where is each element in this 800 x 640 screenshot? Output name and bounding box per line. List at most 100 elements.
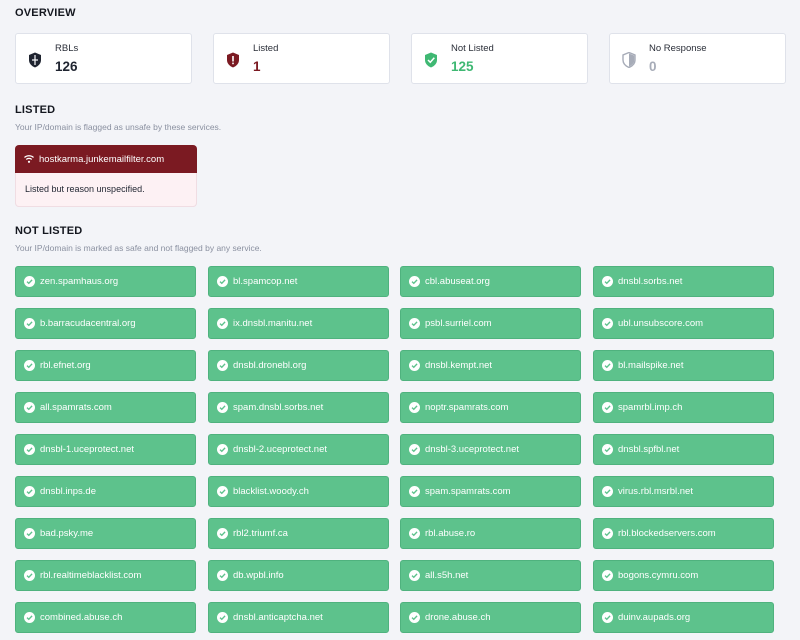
check-circle-icon [24, 276, 35, 287]
not-listed-item-label: spam.dnsbl.sorbs.net [233, 402, 324, 413]
check-circle-icon [409, 570, 420, 581]
check-circle-icon [24, 444, 35, 455]
not-listed-item[interactable]: db.wpbl.info [208, 560, 389, 591]
not-listed-item[interactable]: spam.dnsbl.sorbs.net [208, 392, 389, 423]
shield-dark-icon [29, 52, 41, 68]
not-listed-item[interactable]: rbl.blockedservers.com [593, 518, 774, 549]
not-listed-item[interactable]: blacklist.woody.ch [208, 476, 389, 507]
check-circle-icon [602, 402, 613, 413]
no-response-label: No Response [649, 43, 707, 54]
not-listed-item-label: bogons.cymru.com [618, 570, 699, 581]
not-listed-item[interactable]: bogons.cymru.com [593, 560, 774, 591]
not-listed-item-label: noptr.spamrats.com [425, 402, 509, 413]
not-listed-item-label: cbl.abuseat.org [425, 276, 490, 287]
check-circle-icon [217, 276, 228, 287]
not-listed-item[interactable]: virus.rbl.msrbl.net [593, 476, 774, 507]
not-listed-item-label: bl.mailspike.net [618, 360, 684, 371]
listed-title: LISTED [15, 104, 56, 116]
not-listed-item-label: duinv.aupads.org [618, 612, 691, 623]
not-listed-item[interactable]: dnsbl-1.uceprotect.net [15, 434, 196, 465]
check-circle-icon [24, 528, 35, 539]
not-listed-value: 125 [451, 59, 474, 74]
not-listed-item-label: all.spamrats.com [40, 402, 112, 413]
not-listed-item[interactable]: zen.spamhaus.org [15, 266, 196, 297]
not-listed-label: Not Listed [451, 43, 494, 54]
not-listed-item[interactable]: dnsbl.sorbs.net [593, 266, 774, 297]
listed-label: Listed [253, 43, 279, 54]
rbl-check-page: OVERVIEW RBLs 126 Listed 1 Not Listed 12… [0, 0, 800, 640]
not-listed-item-label: b.barracudacentral.org [40, 318, 136, 329]
not-listed-item[interactable]: rbl.efnet.org [15, 350, 196, 381]
not-listed-item[interactable]: dnsbl.inps.de [15, 476, 196, 507]
check-circle-icon [409, 528, 420, 539]
check-circle-icon [217, 360, 228, 371]
check-circle-icon [217, 528, 228, 539]
check-circle-icon [602, 360, 613, 371]
check-circle-icon [602, 318, 613, 329]
not-listed-item[interactable]: dnsbl-3.uceprotect.net [400, 434, 581, 465]
not-listed-card: Not Listed 125 [411, 33, 588, 84]
overview-cards: RBLs 126 Listed 1 Not Listed 125 No Resp… [15, 33, 786, 84]
check-circle-icon [217, 570, 228, 581]
not-listed-item[interactable]: rbl.realtimeblacklist.com [15, 560, 196, 591]
not-listed-item[interactable]: all.spamrats.com [15, 392, 196, 423]
not-listed-item-label: ubl.unsubscore.com [618, 318, 704, 329]
not-listed-item-label: spamrbl.imp.ch [618, 402, 683, 413]
not-listed-item-label: blacklist.woody.ch [233, 486, 309, 497]
not-listed-item[interactable]: dnsbl.anticaptcha.net [208, 602, 389, 633]
not-listed-item[interactable]: bl.spamcop.net [208, 266, 389, 297]
listed-item-reason: Listed but reason unspecified. [15, 173, 197, 207]
not-listed-item[interactable]: dnsbl.kempt.net [400, 350, 581, 381]
no-response-card: No Response 0 [609, 33, 786, 84]
not-listed-item[interactable]: cbl.abuseat.org [400, 266, 581, 297]
not-listed-item[interactable]: dnsbl-2.uceprotect.net [208, 434, 389, 465]
not-listed-item[interactable]: dnsbl.spfbl.net [593, 434, 774, 465]
not-listed-title: NOT LISTED [15, 225, 83, 237]
check-circle-icon [409, 612, 420, 623]
not-listed-item[interactable]: drone.abuse.ch [400, 602, 581, 633]
not-listed-item[interactable]: ubl.unsubscore.com [593, 308, 774, 339]
not-listed-item[interactable]: all.s5h.net [400, 560, 581, 591]
no-response-value: 0 [649, 59, 657, 74]
check-circle-icon [602, 276, 613, 287]
shield-check-icon [425, 52, 437, 68]
not-listed-item-label: rbl.blockedservers.com [618, 528, 716, 539]
not-listed-item[interactable]: psbl.surriel.com [400, 308, 581, 339]
not-listed-item[interactable]: b.barracudacentral.org [15, 308, 196, 339]
check-circle-icon [409, 444, 420, 455]
not-listed-item-label: virus.rbl.msrbl.net [618, 486, 693, 497]
not-listed-item[interactable]: rbl.abuse.ro [400, 518, 581, 549]
check-circle-icon [409, 318, 420, 329]
not-listed-item-label: combined.abuse.ch [40, 612, 123, 623]
check-circle-icon [217, 444, 228, 455]
not-listed-item-label: rbl.abuse.ro [425, 528, 476, 539]
not-listed-item-label: dnsbl-2.uceprotect.net [233, 444, 328, 455]
not-listed-item-label: bl.spamcop.net [233, 276, 298, 287]
not-listed-item[interactable]: combined.abuse.ch [15, 602, 196, 633]
not-listed-item-label: rbl.efnet.org [40, 360, 91, 371]
not-listed-item[interactable]: bad.psky.me [15, 518, 196, 549]
check-circle-icon [24, 360, 35, 371]
listed-item-header: hostkarma.junkemailfilter.com [15, 145, 197, 173]
not-listed-item[interactable]: rbl2.triumf.ca [208, 518, 389, 549]
not-listed-item[interactable]: bl.mailspike.net [593, 350, 774, 381]
not-listed-item-label: drone.abuse.ch [425, 612, 491, 623]
check-circle-icon [217, 318, 228, 329]
not-listed-item[interactable]: ix.dnsbl.manitu.net [208, 308, 389, 339]
check-circle-icon [24, 318, 35, 329]
check-circle-icon [24, 402, 35, 413]
not-listed-item-label: spam.spamrats.com [425, 486, 511, 497]
rbls-card: RBLs 126 [15, 33, 192, 84]
not-listed-item[interactable]: spam.spamrats.com [400, 476, 581, 507]
not-listed-item-label: bad.psky.me [40, 528, 94, 539]
not-listed-subtitle: Your IP/domain is marked as safe and not… [15, 243, 262, 253]
check-circle-icon [217, 612, 228, 623]
not-listed-item[interactable]: spamrbl.imp.ch [593, 392, 774, 423]
listed-item-card[interactable]: hostkarma.junkemailfilter.com Listed but… [15, 145, 197, 207]
not-listed-item-label: zen.spamhaus.org [40, 276, 119, 287]
listed-subtitle: Your IP/domain is flagged as unsafe by t… [15, 122, 222, 132]
not-listed-item[interactable]: noptr.spamrats.com [400, 392, 581, 423]
check-circle-icon [409, 276, 420, 287]
not-listed-item[interactable]: duinv.aupads.org [593, 602, 774, 633]
not-listed-item[interactable]: dnsbl.dronebl.org [208, 350, 389, 381]
